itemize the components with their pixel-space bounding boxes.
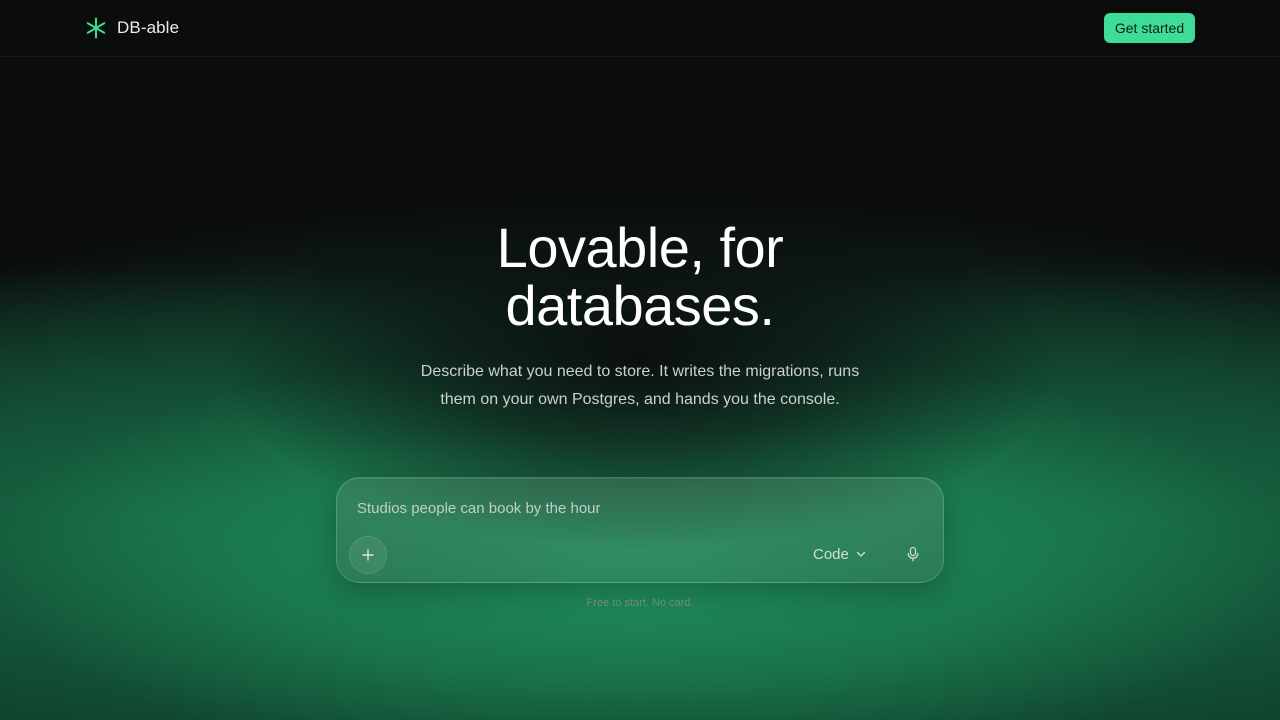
top-nav: DB-able Get started: [0, 0, 1280, 57]
asterisk-icon: [86, 17, 106, 39]
hero-subtitle: Describe what you need to store. It writ…: [420, 363, 860, 408]
mode-select-label: Code: [813, 545, 849, 563]
mode-select[interactable]: Code: [813, 542, 867, 566]
hero-title-line2: databases.: [505, 274, 775, 337]
microphone-button[interactable]: [901, 542, 925, 566]
plus-icon: [362, 549, 374, 561]
footnote: Free to start. No card.: [586, 597, 694, 609]
brand-logo[interactable]: DB-able: [85, 16, 179, 40]
chevron-down-icon: [856, 551, 866, 557]
hero-title: Lovable, for databases.: [340, 219, 940, 335]
hero-title-line1: Lovable, for: [496, 216, 784, 279]
prompt-input[interactable]: [357, 498, 917, 518]
microphone-icon: [907, 546, 919, 562]
prompt-box: Code: [336, 477, 944, 583]
brand-name: DB-able: [117, 18, 180, 37]
get-started-button[interactable]: Get started: [1104, 13, 1195, 43]
add-attachment-button[interactable]: [349, 536, 387, 574]
